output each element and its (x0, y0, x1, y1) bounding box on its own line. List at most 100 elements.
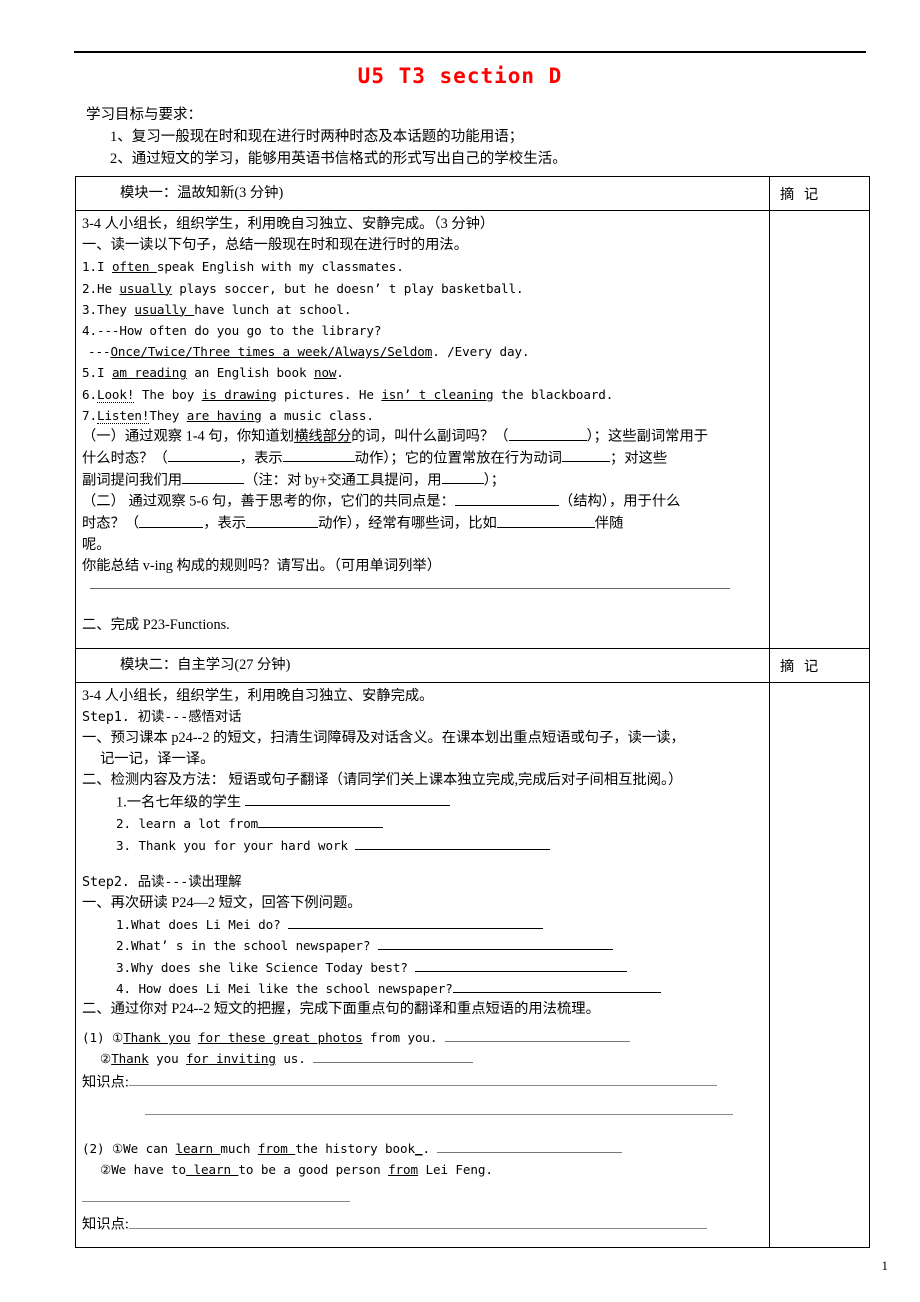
sentence-7-underline-2: are having (186, 407, 262, 423)
q1-blank-4[interactable] (561, 448, 610, 463)
module2-bar-label: 模块二：自主学习(27 分钟) (120, 656, 291, 673)
practice-sentence-7: 7.Listen!They are having a music class. (82, 405, 763, 426)
group-2-item-2-underline-1: learn (186, 1162, 239, 1178)
keysentence-group-2-item-2: ②We have to learn to be a good person fr… (82, 1159, 763, 1180)
group-2-free-rule[interactable] (82, 1188, 350, 1203)
q1-blank-6[interactable] (441, 470, 484, 485)
question-1-number: 1. (116, 917, 131, 933)
q1-l3-a: 副词提问我们用 (82, 472, 183, 489)
sentence-6-post: the blackboard. (493, 386, 614, 402)
group-1-item-1-blank[interactable] (444, 1029, 630, 1043)
module1-spacer (82, 589, 763, 615)
module2-step1-title: Step1. 初读---感悟对话 (82, 709, 242, 725)
sentence-1-post: speak English with my classmates. (156, 259, 404, 275)
practice-sentence-5: 5.I am reading an English book now. (82, 362, 763, 383)
question-3-blank[interactable] (415, 959, 628, 972)
sentence-4b-underline: Once/Twice/Three times a week/Always/Sel… (110, 344, 433, 360)
sentence-6-mid-2: pictures. He (276, 386, 382, 402)
sentence-6-underline-3: isn’ t cleaning (381, 386, 494, 402)
keysentence-group-2-item-1: (2) ①We can learn much from the history … (82, 1138, 763, 1159)
page-title: U5 T3 section D (357, 64, 563, 88)
sentence-3-pre: They (96, 301, 135, 317)
group-2-item-2-underline-2: from (388, 1162, 418, 1178)
module1-question1-line1: （一）通过观察 1-4 句，你知道划横线部分的词，叫什么副词吗？（ ）；这些副词常… (82, 426, 763, 448)
group-1-item-2-post: us. (275, 1051, 314, 1067)
q1-l3-b: （注：对 by+交通工具提问，用 (244, 472, 442, 489)
question-4-blank[interactable] (452, 980, 661, 993)
sentence-5-number: 5. (82, 365, 97, 381)
q2-l2-c: 动作），经常有哪些词，比如 (318, 515, 497, 532)
group-1-note-blank-2[interactable] (145, 1100, 733, 1115)
group-2-note-blank[interactable] (128, 1214, 707, 1229)
sentence-1-pre: I (96, 259, 112, 275)
q2-blank-2[interactable] (139, 513, 204, 528)
question-2-blank[interactable] (377, 937, 613, 951)
group-1-item-2-blank[interactable] (313, 1050, 474, 1064)
q2-blank-1[interactable] (454, 491, 559, 506)
comprehension-question-1: 1.What does Li Mei do? (82, 914, 763, 935)
translate-item-1-number: 1. (116, 794, 127, 811)
practice-sentence-2: 2.He usually plays soccer, but he doesn’… (82, 278, 763, 299)
group-1-item-2-mid: you (148, 1051, 187, 1067)
module2-notes-cell[interactable] (769, 681, 870, 1249)
q1-l3-c: ）； (483, 472, 506, 489)
translate-item-1-blank[interactable] (244, 792, 450, 807)
notes-column-header-2: 摘 记 (780, 658, 822, 675)
q2-blank-3[interactable] (246, 513, 319, 528)
module1-content: 3-4 人小组长，组织学生，利用晚自习独立、安静完成。（3 分钟） 一、读一读以… (76, 211, 769, 648)
practice-sentence-4: 4.---How often do you go to the library? (82, 320, 763, 341)
q2-l1-b: （结构），用于什么 (558, 493, 681, 510)
sentence-2-post: plays soccer, but he doesn’ t play baske… (171, 280, 524, 296)
module1-body-row: 3-4 人小组长，组织学生，利用晚自习独立、安静完成。（3 分钟） 一、读一读以… (75, 210, 870, 649)
module1-question2-line1: （二） 通过观察 5-6 句，善于思考的你，它们的共同点是： （结构），用于什么 (82, 491, 763, 513)
sentence-6-mid-1: The boy (134, 386, 202, 402)
q1-l1-a: （一）通过观察 1-4 句，你知道划 (82, 428, 295, 445)
sentence-3-underline: usually (134, 301, 195, 317)
group-1-item-1-mid (190, 1030, 197, 1045)
group-2-item-1-end: . (422, 1141, 438, 1157)
q1-blank-2[interactable] (167, 448, 240, 463)
question-1-blank[interactable] (288, 916, 544, 930)
sentence-4b-post: . /Every day. (432, 344, 530, 360)
practice-sentence-4-answer: ---Once/Twice/Three times a week/Always/… (82, 341, 763, 362)
header-rule (74, 51, 866, 53)
practice-sentence-1: 1.I often speak English with my classmat… (82, 256, 763, 277)
group-2-label: (2) (82, 1141, 105, 1157)
module2-spacer-3 (82, 1122, 763, 1138)
module1-notes-cell[interactable] (769, 210, 870, 649)
translate-item-3-number: 3. (116, 837, 131, 853)
question-2-number: 2. (116, 938, 131, 954)
group-2-item-1-post: the history book (295, 1141, 415, 1157)
q1-blank-1[interactable] (508, 426, 587, 441)
question-3-number: 3. (116, 959, 131, 975)
group-2-item-1-mid: much (220, 1141, 258, 1157)
module2-header-row: 模块二：自主学习(27 分钟) 摘 记 (75, 647, 870, 683)
module2-content: 3-4 人小组长，组织学生，利用晚自习独立、安静完成。 Step1. 初读---… (76, 683, 769, 1248)
sentence-5-pre: I (96, 365, 112, 381)
sentence-3-post: have lunch at school. (194, 301, 352, 317)
sentence-7-number: 7. (82, 407, 97, 423)
page-number: 1 (881, 1258, 889, 1273)
group-1-note-blank-1[interactable] (128, 1072, 717, 1087)
learning-objectives: 学习目标与要求： 1、复习一般现在时和现在进行时两种时态及本话题的功能用语； 2… (86, 104, 876, 170)
module2-step1-task1-line1: 一、预习课本 p24--2 的短文，扫清生词障碍及对话含义。在课本划出重点短语或… (82, 729, 685, 746)
q1-blank-5[interactable] (182, 470, 245, 485)
group-2-item-2-pre: We have to (111, 1162, 187, 1178)
sentence-6-underline-1: Look! (96, 386, 135, 403)
group-1-item-2-number: ② (100, 1051, 112, 1067)
translate-item-2-number: 2. (116, 816, 131, 832)
translate-item-2-blank[interactable] (258, 815, 384, 829)
translate-item-3-blank[interactable] (355, 837, 551, 850)
sentence-4-number: 4. (82, 323, 97, 339)
sentence-3-number: 3. (82, 301, 97, 317)
q1-l2-c: 动作）；它的位置常放在行为动词 (354, 450, 562, 467)
module2-intro: 3-4 人小组长，组织学生，利用晚自习独立、安静完成。 (82, 687, 434, 704)
module1-header-row: 模块一：温故知新(3 分钟) 摘 记 (75, 176, 870, 211)
group-2-item-1-blank[interactable] (437, 1140, 623, 1154)
module1-question1-line2: 什么时态？（ ，表示 动作）；它的位置常放在行为动词 ；对这些 (82, 448, 763, 470)
comprehension-question-4: 4. How does Li Mei like the school newsp… (82, 978, 763, 999)
worksheet-table: 模块一：温故知新(3 分钟) 摘 记 3-4 人小组长，组织学生，利用晚自习独立… (75, 176, 870, 1249)
group-2-note-row: 知识点: (82, 1214, 763, 1236)
q2-blank-4[interactable] (496, 513, 595, 528)
q1-blank-3[interactable] (282, 448, 355, 463)
